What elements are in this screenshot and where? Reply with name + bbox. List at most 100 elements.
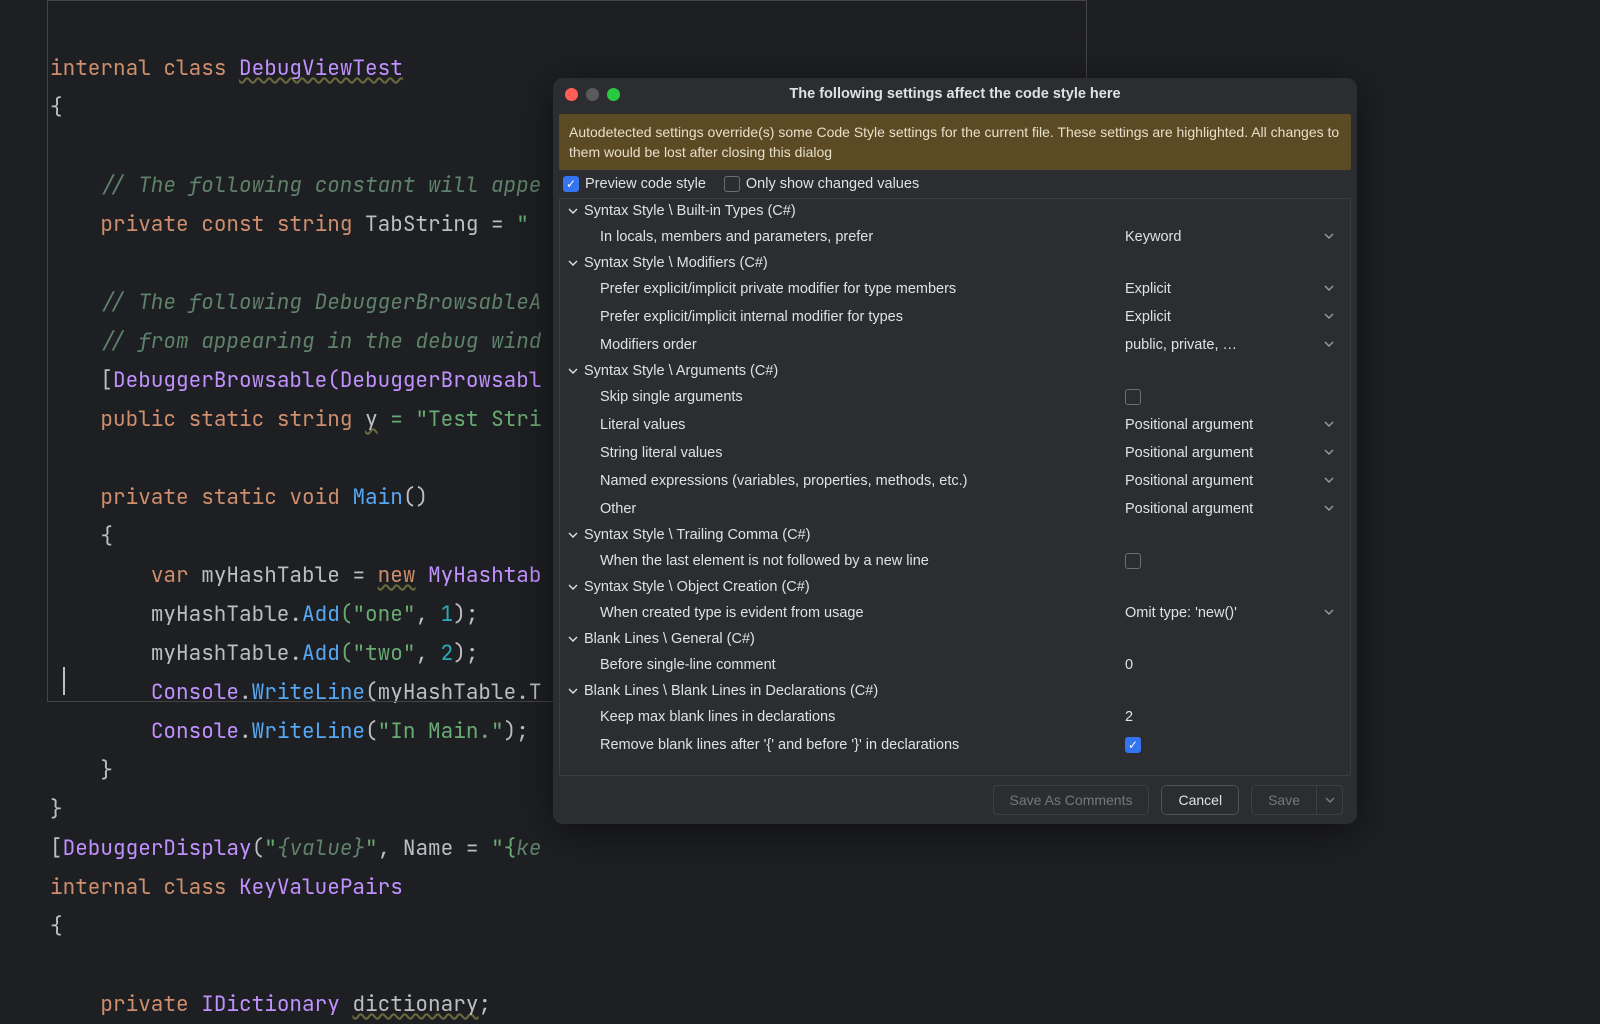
group-title: Syntax Style \ Trailing Comma (C#): [584, 527, 810, 543]
checkbox-icon[interactable]: [563, 176, 579, 192]
setting-label: Prefer explicit/implicit internal modifi…: [600, 309, 1125, 325]
chevron-down-icon: [568, 582, 578, 592]
setting-label: Literal values: [600, 417, 1125, 433]
settings-row: When the last element is not followed by…: [560, 547, 1350, 575]
settings-tree[interactable]: Syntax Style \ Built-in Types (C#) In loc…: [559, 198, 1351, 776]
settings-group-header[interactable]: Syntax Style \ Modifiers (C#): [560, 251, 1350, 275]
setting-label: Prefer explicit/implicit private modifie…: [600, 281, 1125, 297]
setting-label: Modifiers order: [600, 337, 1125, 353]
setting-value-select[interactable]: Positional argument: [1125, 417, 1340, 433]
setting-label: Before single-line comment: [600, 657, 1125, 673]
chevron-down-icon: [1324, 605, 1334, 621]
setting-label: String literal values: [600, 445, 1125, 461]
setting-label: When the last element is not followed by…: [600, 553, 1125, 569]
select-value: public, private, …: [1125, 337, 1237, 353]
setting-label: In locals, members and parameters, prefe…: [600, 229, 1125, 245]
settings-group-header[interactable]: Blank Lines \ General (C#): [560, 627, 1350, 651]
setting-value-select[interactable]: Positional argument: [1125, 473, 1340, 489]
group-title: Syntax Style \ Built-in Types (C#): [584, 203, 796, 219]
close-icon[interactable]: [565, 88, 578, 101]
settings-row: In locals, members and parameters, prefe…: [560, 223, 1350, 251]
save-dropdown-button: [1317, 785, 1343, 815]
chevron-down-icon: [568, 258, 578, 268]
save-button: Save: [1251, 785, 1317, 815]
cancel-button[interactable]: Cancel: [1161, 785, 1239, 815]
setting-label: Other: [600, 501, 1125, 517]
setting-value-select[interactable]: Explicit: [1125, 281, 1340, 297]
setting-value-text[interactable]: 2: [1125, 709, 1340, 725]
dialog-titlebar[interactable]: The following settings affect the code s…: [553, 78, 1357, 110]
group-title: Syntax Style \ Arguments (C#): [584, 363, 778, 379]
dialog-toolbar: Preview code style Only show changed val…: [553, 170, 1357, 196]
setting-value-checkbox[interactable]: [1125, 389, 1141, 405]
settings-row: Remove blank lines after '{' and before …: [560, 731, 1350, 759]
autodetected-banner: Autodetected settings override(s) some C…: [559, 114, 1351, 170]
minimize-icon: [586, 88, 599, 101]
setting-value-select[interactable]: Keyword: [1125, 229, 1340, 245]
chevron-down-icon: [568, 206, 578, 216]
checkbox-label: Preview code style: [585, 176, 706, 192]
chevron-down-icon: [1324, 337, 1334, 353]
settings-group-header[interactable]: Syntax Style \ Trailing Comma (C#): [560, 523, 1350, 547]
chevron-down-icon: [568, 366, 578, 376]
settings-row: Named expressions (variables, properties…: [560, 467, 1350, 495]
settings-row: Skip single arguments: [560, 383, 1350, 411]
settings-row: String literal valuesPositional argument: [560, 439, 1350, 467]
chevron-down-icon: [1324, 417, 1334, 433]
chevron-down-icon: [568, 634, 578, 644]
group-title: Blank Lines \ General (C#): [584, 631, 755, 647]
select-value: Omit type: 'new()': [1125, 605, 1237, 621]
setting-value-select[interactable]: Positional argument: [1125, 501, 1340, 517]
text-cursor: [63, 667, 65, 695]
setting-label: Skip single arguments: [600, 389, 1125, 405]
chevron-down-icon: [1324, 501, 1334, 517]
settings-group-header[interactable]: Syntax Style \ Built-in Types (C#): [560, 199, 1350, 223]
select-value: Explicit: [1125, 309, 1171, 325]
code-style-settings-dialog: The following settings affect the code s…: [553, 78, 1357, 824]
checkbox-icon[interactable]: [724, 176, 740, 192]
settings-row: Prefer explicit/implicit private modifie…: [560, 275, 1350, 303]
save-as-comments-button: Save As Comments: [993, 785, 1150, 815]
setting-value-select[interactable]: Omit type: 'new()': [1125, 605, 1340, 621]
dialog-button-bar: Save As Comments Cancel Save: [553, 776, 1357, 824]
dialog-title: The following settings affect the code s…: [565, 86, 1345, 102]
only-show-changed-checkbox[interactable]: Only show changed values: [724, 176, 919, 192]
settings-row: Modifiers orderpublic, private, …: [560, 331, 1350, 359]
settings-group-header[interactable]: Syntax Style \ Object Creation (C#): [560, 575, 1350, 599]
group-title: Syntax Style \ Modifiers (C#): [584, 255, 768, 271]
setting-value-select[interactable]: Explicit: [1125, 309, 1340, 325]
preview-code-style-checkbox[interactable]: Preview code style: [563, 176, 706, 192]
setting-value-select[interactable]: Positional argument: [1125, 445, 1340, 461]
select-value: Positional argument: [1125, 445, 1253, 461]
settings-row: Prefer explicit/implicit internal modifi…: [560, 303, 1350, 331]
select-value: Positional argument: [1125, 501, 1253, 517]
select-value: Positional argument: [1125, 473, 1253, 489]
select-value: Positional argument: [1125, 417, 1253, 433]
settings-row: Before single-line comment0: [560, 651, 1350, 679]
settings-group-header[interactable]: Blank Lines \ Blank Lines in Declaration…: [560, 679, 1350, 703]
settings-row: When created type is evident from usageO…: [560, 599, 1350, 627]
select-value: Explicit: [1125, 281, 1171, 297]
setting-value-select[interactable]: public, private, …: [1125, 337, 1340, 353]
setting-label: Keep max blank lines in declarations: [600, 709, 1125, 725]
chevron-down-icon: [568, 530, 578, 540]
maximize-icon[interactable]: [607, 88, 620, 101]
checkbox-label: Only show changed values: [746, 176, 919, 192]
group-title: Blank Lines \ Blank Lines in Declaration…: [584, 683, 878, 699]
setting-label: Named expressions (variables, properties…: [600, 473, 1125, 489]
setting-label: When created type is evident from usage: [600, 605, 1125, 621]
setting-label: Remove blank lines after '{' and before …: [600, 737, 1125, 753]
settings-group-header[interactable]: Syntax Style \ Arguments (C#): [560, 359, 1350, 383]
chevron-down-icon: [1324, 281, 1334, 297]
setting-value-checkbox[interactable]: [1125, 737, 1141, 753]
group-title: Syntax Style \ Object Creation (C#): [584, 579, 810, 595]
settings-row: Keep max blank lines in declarations2: [560, 703, 1350, 731]
settings-row: Literal valuesPositional argument: [560, 411, 1350, 439]
settings-row: OtherPositional argument: [560, 495, 1350, 523]
chevron-down-icon: [1324, 309, 1334, 325]
chevron-down-icon: [1324, 473, 1334, 489]
setting-value-checkbox[interactable]: [1125, 553, 1141, 569]
chevron-down-icon: [1325, 795, 1335, 805]
setting-value-text[interactable]: 0: [1125, 657, 1340, 673]
chevron-down-icon: [568, 686, 578, 696]
